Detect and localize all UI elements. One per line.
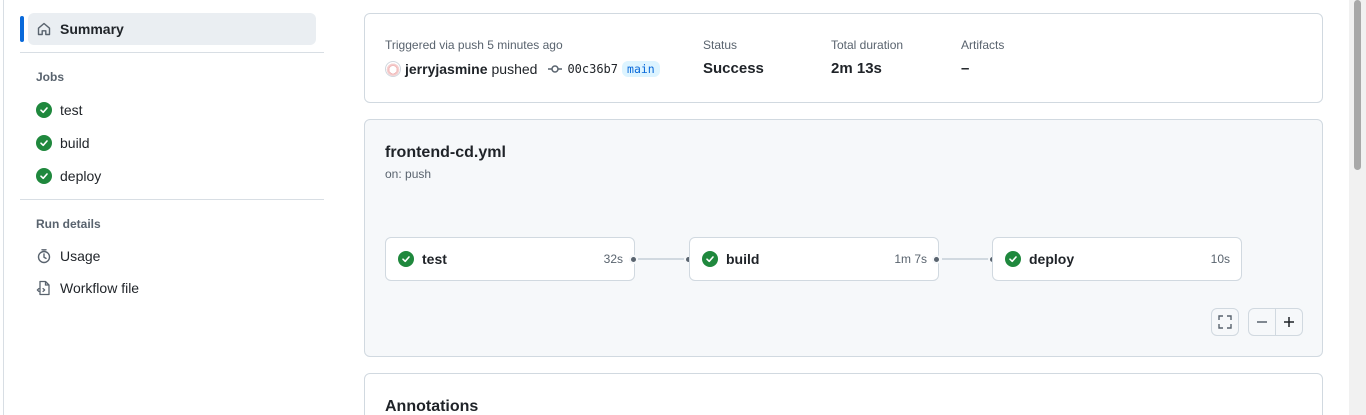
sidebar-item-workflow-file[interactable]: Workflow file xyxy=(28,272,316,304)
scrollbar-thumb[interactable] xyxy=(1354,0,1361,170)
job-duration: 10s xyxy=(1210,252,1230,266)
zoom-in-button[interactable] xyxy=(1275,308,1303,336)
job-duration: 32s xyxy=(603,252,623,266)
sidebar-item-build[interactable]: build xyxy=(28,127,316,159)
workflow-file-name[interactable]: frontend-cd.yml xyxy=(385,144,506,162)
branch-label[interactable]: main xyxy=(622,61,660,77)
divider xyxy=(20,199,324,200)
job-name: deploy xyxy=(1029,251,1075,267)
status-label: Status xyxy=(703,38,738,52)
plus-icon xyxy=(1281,314,1297,330)
connector-dot xyxy=(932,255,941,264)
action-text: pushed xyxy=(491,61,538,77)
trigger-details: jerryjasmine pushed 00c36b7 main xyxy=(385,61,660,77)
sidebar-item-usage[interactable]: Usage xyxy=(28,240,316,272)
check-circle-icon xyxy=(36,168,52,184)
stopwatch-icon xyxy=(36,248,52,264)
avatar[interactable] xyxy=(385,61,401,77)
home-icon xyxy=(36,21,52,37)
check-circle-icon xyxy=(702,251,718,267)
check-circle-icon xyxy=(36,102,52,118)
run-details-heading: Run details xyxy=(36,217,101,231)
sidebar-item-test[interactable]: test xyxy=(28,94,316,126)
scrollbar[interactable] xyxy=(1349,0,1366,415)
check-circle-icon xyxy=(398,251,414,267)
connector-dot xyxy=(629,255,638,264)
sidebar-item-label: Usage xyxy=(60,248,101,264)
annotations-card: Annotations xyxy=(364,373,1323,415)
actor-link[interactable]: jerryjasmine xyxy=(405,61,488,77)
commit-sha-link[interactable]: 00c36b7 xyxy=(567,62,618,76)
active-indicator xyxy=(20,16,24,42)
divider xyxy=(20,52,324,53)
job-node-test[interactable]: test 32s xyxy=(385,237,635,281)
duration-label: Total duration xyxy=(831,38,904,52)
artifacts-value: – xyxy=(961,60,970,77)
run-sidebar: Summary Jobs test build deploy Run detai… xyxy=(0,0,340,415)
status-value: Success xyxy=(703,60,764,77)
annotations-title: Annotations xyxy=(385,398,479,415)
sidebar-item-label: Summary xyxy=(60,21,124,37)
job-node-deploy[interactable]: deploy 10s xyxy=(992,237,1242,281)
sidebar-item-label: Workflow file xyxy=(60,280,140,296)
fullscreen-button[interactable] xyxy=(1211,308,1239,336)
sidebar-item-label: build xyxy=(60,135,90,151)
screen-full-icon xyxy=(1217,314,1233,330)
job-connector xyxy=(638,258,689,260)
file-code-icon xyxy=(36,280,52,296)
duration-value: 2m 13s xyxy=(831,60,882,77)
sidebar-item-label: deploy xyxy=(60,168,102,184)
run-summary-card: Triggered via push 5 minutes ago jerryja… xyxy=(364,13,1323,103)
workflow-trigger: on: push xyxy=(385,167,432,181)
check-circle-icon xyxy=(1005,251,1021,267)
jobs-heading: Jobs xyxy=(36,70,65,84)
dash-icon xyxy=(1254,314,1270,330)
sidebar-item-label: test xyxy=(60,102,83,118)
workflow-graph-card: frontend-cd.yml on: push test 32s build … xyxy=(364,119,1323,357)
job-duration: 1m 7s xyxy=(894,252,927,266)
job-name: test xyxy=(422,251,447,267)
sidebar-item-deploy[interactable]: deploy xyxy=(28,160,316,192)
sidebar-item-summary[interactable]: Summary xyxy=(28,13,316,45)
trigger-text: Triggered via push 5 minutes ago xyxy=(385,38,563,52)
artifacts-label: Artifacts xyxy=(961,38,1005,52)
job-node-build[interactable]: build 1m 7s xyxy=(689,237,939,281)
git-commit-icon xyxy=(547,61,563,77)
job-name: build xyxy=(726,251,760,267)
check-circle-icon xyxy=(36,135,52,151)
zoom-out-button[interactable] xyxy=(1248,308,1276,336)
job-connector xyxy=(942,258,993,260)
